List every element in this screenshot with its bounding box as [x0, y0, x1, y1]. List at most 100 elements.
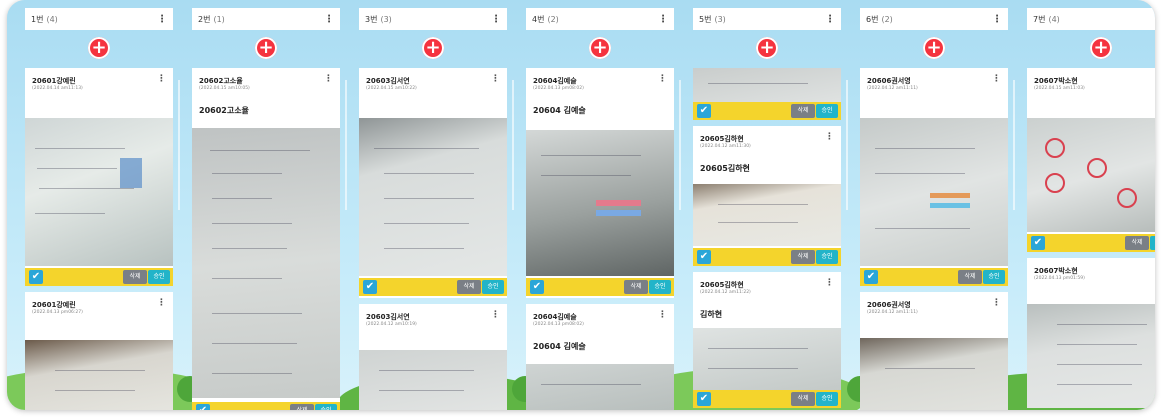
post-body: 김하현: [700, 310, 723, 319]
column-count: (1): [213, 14, 225, 24]
add-post-button[interactable]: +: [255, 37, 277, 59]
post-footer: ✔ 삭제 승인: [192, 402, 340, 410]
approve-button[interactable]: 승인: [816, 250, 838, 264]
post-photo[interactable]: [192, 128, 340, 398]
post-photo[interactable]: [1027, 118, 1155, 232]
select-checkbox[interactable]: ✔: [196, 404, 210, 410]
approve-button[interactable]: 승인: [816, 104, 838, 118]
post-author: 20605김하현: [700, 135, 744, 143]
select-checkbox[interactable]: ✔: [530, 280, 544, 294]
delete-button[interactable]: 삭제: [457, 280, 481, 294]
add-post-button[interactable]: +: [589, 37, 611, 59]
add-post-button[interactable]: +: [756, 37, 778, 59]
post-card[interactable]: 20606권서영 (2022.04.12 am11:11) ⋮: [860, 292, 1008, 410]
post-footer: ✔ 삭제 승인: [693, 102, 841, 120]
post-more-icon[interactable]: ⋮: [491, 310, 500, 320]
approve-button[interactable]: 승인: [983, 270, 1005, 284]
photo-highlight: [596, 200, 641, 206]
select-checkbox[interactable]: ✔: [697, 250, 711, 264]
post-card[interactable]: 20601강예린 (2022.04.14 am11:13) ⋮ ✔ 삭제 승인: [25, 68, 173, 286]
column-more-icon[interactable]: ⋮: [491, 14, 501, 25]
post-card[interactable]: 20605김하현 (2022.04.12 am11:22) ⋮ 김하현 ✔ 삭제…: [693, 272, 841, 408]
delete-button[interactable]: 삭제: [791, 392, 815, 406]
post-photo[interactable]: [359, 118, 507, 276]
post-date: (2022.04.13 pm08:02): [533, 322, 584, 327]
select-checkbox[interactable]: ✔: [363, 280, 377, 294]
post-photo[interactable]: [693, 68, 841, 102]
approve-button[interactable]: 승인: [482, 280, 504, 294]
select-checkbox[interactable]: ✔: [697, 392, 711, 406]
column-title: 3번: [365, 14, 378, 24]
post-card[interactable]: 20603김서연 (2022.04.12 am10:19) ⋮: [359, 304, 507, 410]
select-checkbox[interactable]: ✔: [697, 104, 711, 118]
post-more-icon[interactable]: ⋮: [992, 298, 1001, 308]
column-5: 5번 (3) ⋮ + ✔ 삭제 승인 20605김하현 (2022.04.12 a…: [693, 8, 841, 410]
post-photo[interactable]: [526, 130, 674, 276]
post-card[interactable]: 20605김하현 (2022.04.12 am11:30) ⋮ 20605김하현…: [693, 126, 841, 266]
post-card[interactable]: 20606권서영 (2022.04.12 am11:11) ⋮ ✔ 삭제 승인: [860, 68, 1008, 286]
post-more-icon[interactable]: ⋮: [992, 74, 1001, 84]
column-more-icon[interactable]: ⋮: [825, 14, 835, 25]
post-card[interactable]: 20607박소현 (2022.04.15 am11:03) ⋮ ✔ 삭제 승인: [1027, 68, 1155, 252]
delete-button[interactable]: 삭제: [791, 104, 815, 118]
post-photo[interactable]: [693, 184, 841, 246]
post-more-icon[interactable]: ⋮: [658, 74, 667, 84]
delete-button[interactable]: 삭제: [290, 404, 314, 410]
select-checkbox[interactable]: ✔: [1031, 236, 1045, 250]
post-more-icon[interactable]: ⋮: [825, 132, 834, 142]
post-card[interactable]: 20601강예린 (2022.04.13 pm06:27) ⋮: [25, 292, 173, 410]
column-more-icon[interactable]: ⋮: [157, 14, 167, 25]
column-more-icon[interactable]: ⋮: [992, 14, 1002, 25]
post-date: (2022.04.12 am11:11): [867, 310, 918, 315]
delete-button[interactable]: 삭제: [958, 270, 982, 284]
approve-button[interactable]: 승인: [1150, 236, 1155, 250]
delete-button[interactable]: 삭제: [123, 270, 147, 284]
post-author: 20606권서영: [867, 301, 911, 309]
post-more-icon[interactable]: ⋮: [157, 74, 166, 84]
approve-button[interactable]: 승인: [649, 280, 671, 294]
delete-button[interactable]: 삭제: [791, 250, 815, 264]
post-photo[interactable]: [25, 340, 173, 410]
post-photo[interactable]: [693, 328, 841, 390]
post-author: 20602고소율: [199, 77, 243, 85]
post-card[interactable]: 20604김예슬 (2022.04.13 pm08:02) ⋮ 20604 김예…: [526, 68, 674, 298]
column-more-icon[interactable]: ⋮: [658, 14, 668, 25]
post-author: 20601강예린: [32, 77, 76, 85]
approve-button[interactable]: 승인: [315, 404, 337, 410]
post-card[interactable]: 20602고소율 (2022.04.15 am10:05) ⋮ 20602고소율…: [192, 68, 340, 410]
post-card[interactable]: 20603김서연 (2022.04.15 am10:22) ⋮ ✔ 삭제 승인: [359, 68, 507, 298]
delete-button[interactable]: 삭제: [624, 280, 648, 294]
add-post-button[interactable]: +: [422, 37, 444, 59]
photo-figure: [120, 158, 142, 188]
column-divider: [846, 80, 848, 210]
approve-button[interactable]: 승인: [148, 270, 170, 284]
post-card[interactable]: ✔ 삭제 승인: [693, 68, 841, 120]
post-photo[interactable]: [25, 118, 173, 266]
add-post-button[interactable]: +: [88, 37, 110, 59]
select-checkbox[interactable]: ✔: [29, 270, 43, 284]
add-post-button[interactable]: +: [1090, 37, 1112, 59]
post-photo[interactable]: [359, 350, 507, 410]
add-post-button[interactable]: +: [923, 37, 945, 59]
post-more-icon[interactable]: ⋮: [324, 74, 333, 84]
post-photo[interactable]: [526, 364, 674, 410]
column-more-icon[interactable]: ⋮: [324, 14, 334, 25]
post-date: (2022.04.15 am10:05): [199, 86, 250, 91]
post-photo[interactable]: [860, 338, 1008, 410]
column-title: 2번: [198, 14, 211, 24]
delete-button[interactable]: 삭제: [1125, 236, 1149, 250]
column-count: (4): [1048, 14, 1060, 24]
post-card[interactable]: 20604김예슬 (2022.04.13 pm08:02) ⋮ 20604 김예…: [526, 304, 674, 410]
post-photo[interactable]: [1027, 304, 1155, 408]
post-card[interactable]: 20607박소현 (2022.04.13 pm01:59) ⋮: [1027, 258, 1155, 408]
post-body: 20605김하현: [700, 164, 750, 173]
post-more-icon[interactable]: ⋮: [157, 298, 166, 308]
select-checkbox[interactable]: ✔: [864, 270, 878, 284]
post-more-icon[interactable]: ⋮: [491, 74, 500, 84]
post-more-icon[interactable]: ⋮: [658, 310, 667, 320]
post-footer: ✔ 삭제 승인: [693, 390, 841, 408]
approve-button[interactable]: 승인: [816, 392, 838, 406]
post-photo[interactable]: [860, 118, 1008, 266]
post-author: 20604김예슬: [533, 77, 577, 85]
post-more-icon[interactable]: ⋮: [825, 278, 834, 288]
